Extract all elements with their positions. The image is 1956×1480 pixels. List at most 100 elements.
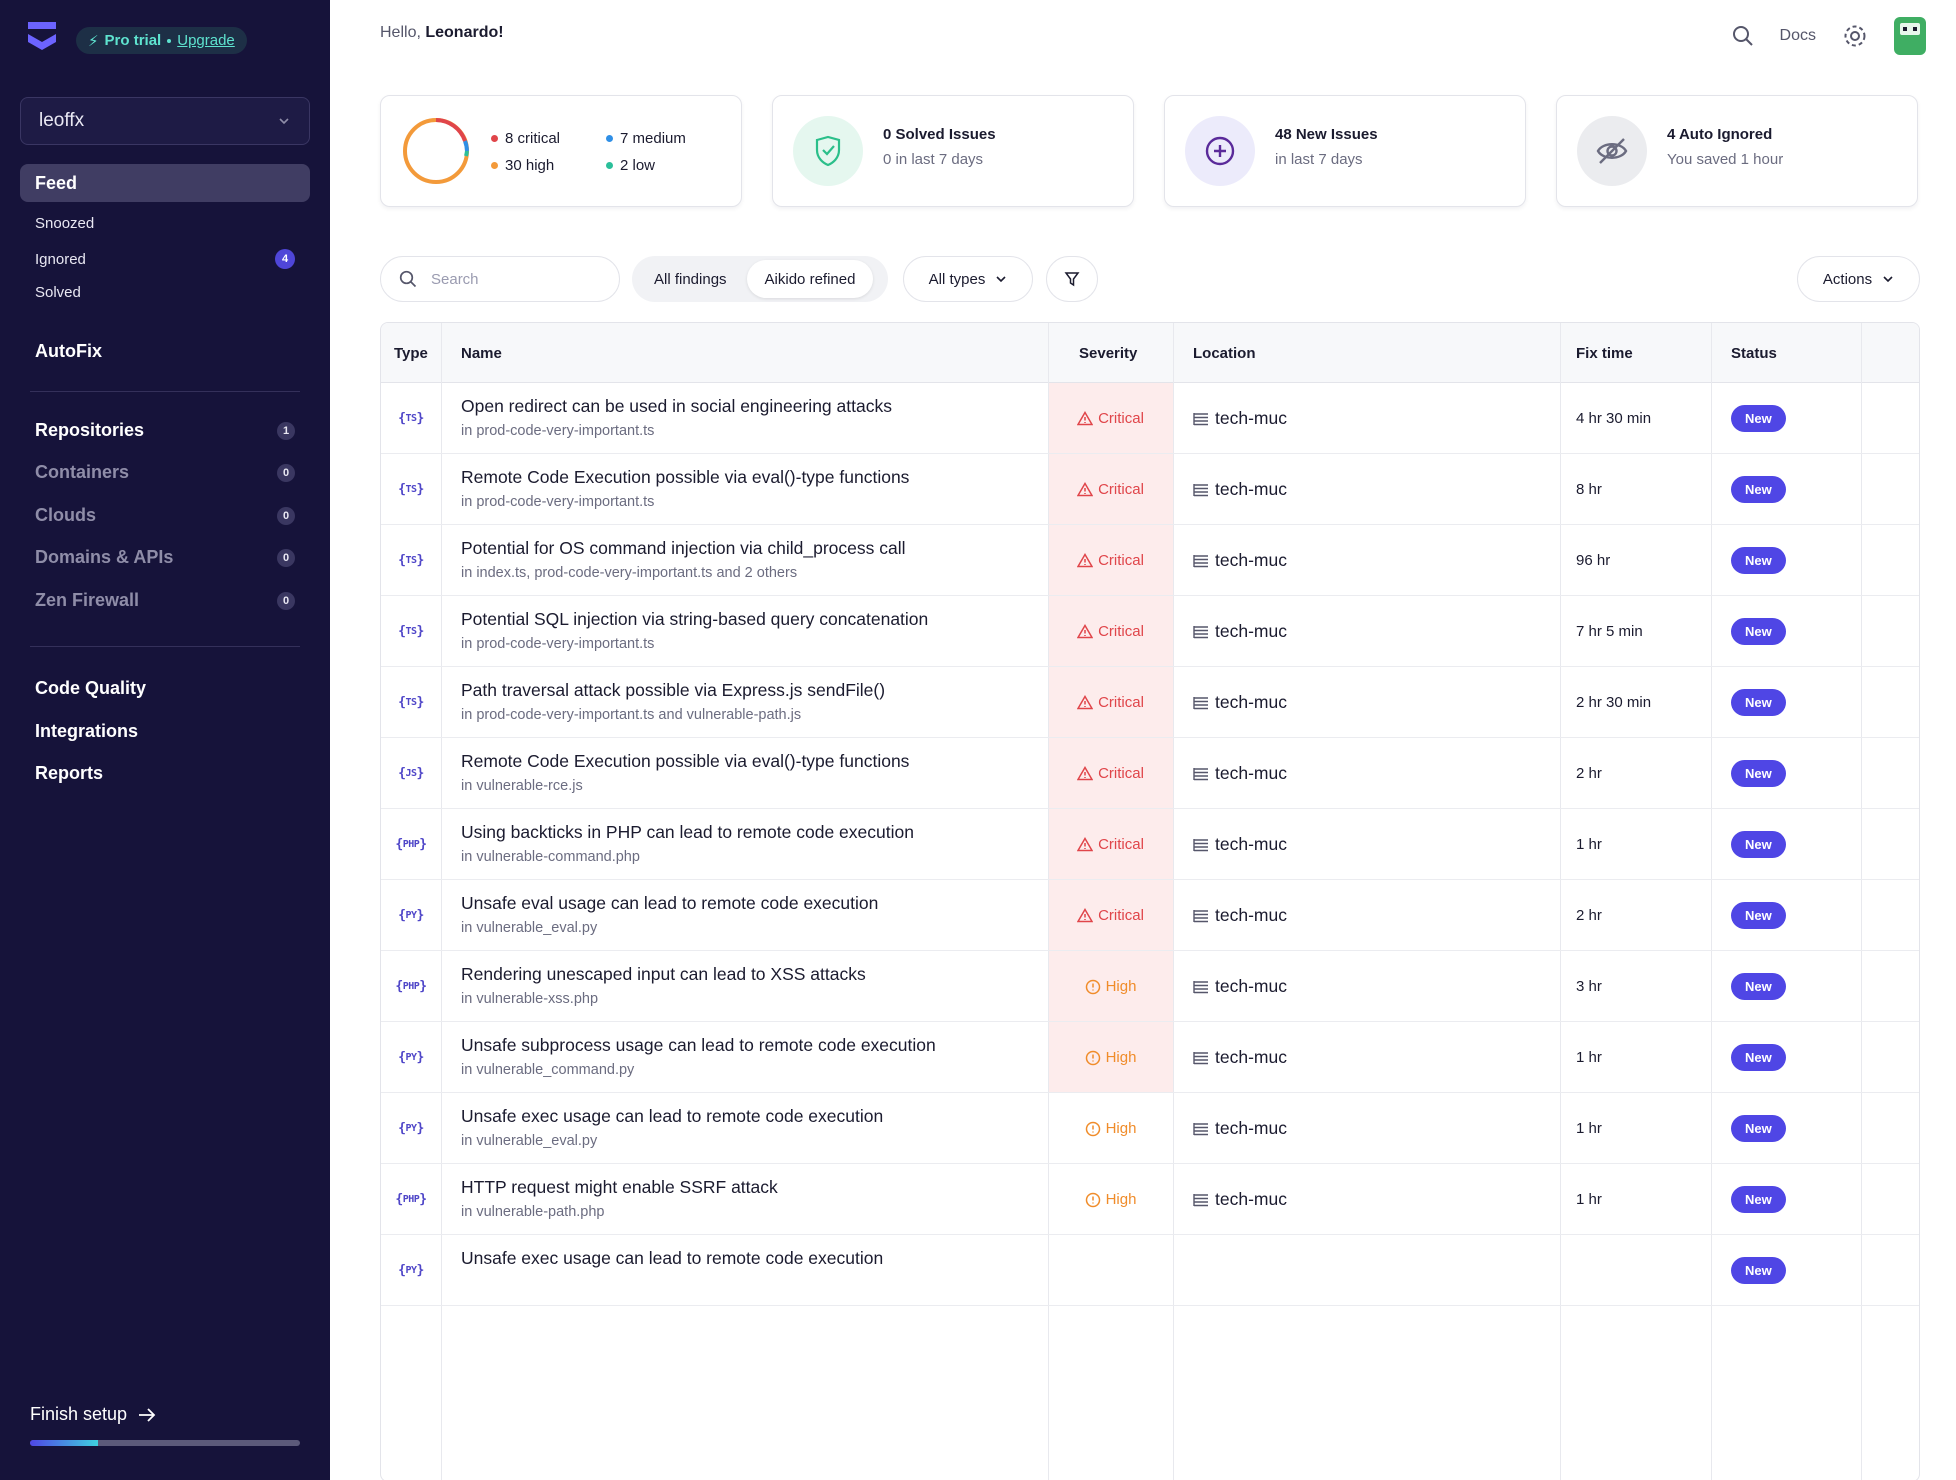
sidebar-item-clouds[interactable]: Clouds 0 [35,505,295,526]
finding-name[interactable]: Potential for OS command injection via c… [461,538,906,559]
finding-name[interactable]: Potential SQL injection via string-based… [461,609,928,630]
sidebar-item-code-quality[interactable]: Code Quality [35,678,295,699]
filter-button[interactable] [1046,256,1098,302]
language-php-icon: {PHP} [395,1192,427,1207]
finding-name[interactable]: HTTP request might enable SSRF attack [461,1177,778,1198]
finding-name[interactable]: Unsafe exec usage can lead to remote cod… [461,1248,883,1269]
actions-dropdown[interactable]: Actions [1797,256,1920,302]
types-dropdown[interactable]: All types [903,256,1033,302]
column-header-type[interactable]: Type [394,323,428,383]
column-header-fix-time[interactable]: Fix time [1576,323,1633,383]
finding-name[interactable]: Unsafe subprocess usage can lead to remo… [461,1035,936,1056]
column-header-severity[interactable]: Severity [1079,323,1137,383]
repository-icon [1193,909,1208,922]
finding-name[interactable]: Rendering unescaped input can lead to XS… [461,964,866,985]
ignored-count-badge: 4 [275,249,295,269]
aikido-logo-icon[interactable] [28,22,56,54]
status-badge[interactable]: New [1731,1257,1786,1284]
repository-icon [1193,483,1208,496]
status-badge[interactable]: New [1731,831,1786,858]
status-badge[interactable]: New [1731,1186,1786,1213]
solved-issues-card[interactable]: 0 Solved Issues 0 in last 7 days [772,95,1134,207]
finding-name[interactable]: Remote Code Execution possible via eval(… [461,751,909,772]
sidebar-item-ignored[interactable]: Ignored 4 [35,249,295,269]
sidebar-item-autofix[interactable]: AutoFix [35,341,295,362]
sidebar-item-repositories[interactable]: Repositories 1 [35,420,295,441]
table-row[interactable]: {PY} Unsafe exec usage can lead to remote… [381,1093,1919,1164]
search-icon[interactable] [1732,25,1754,47]
location-cell[interactable]: tech-muc [1193,951,1287,1022]
search-input[interactable]: Search [380,256,620,302]
location-cell[interactable]: tech-muc [1193,809,1287,880]
column-header-name[interactable]: Name [461,323,502,383]
location-cell[interactable]: tech-muc [1193,1164,1287,1235]
finding-name[interactable]: Unsafe exec usage can lead to remote cod… [461,1106,883,1127]
gear-icon[interactable] [1842,23,1868,49]
repository-icon [1193,1193,1208,1206]
column-header-status[interactable]: Status [1731,323,1777,383]
upgrade-link[interactable]: Upgrade [177,32,235,49]
table-row[interactable]: {PHP} Using backticks in PHP can lead to … [381,809,1919,880]
location-cell[interactable]: tech-muc [1193,596,1287,667]
finding-name[interactable]: Path traversal attack possible via Expre… [461,680,885,701]
table-row[interactable]: {PHP} Rendering unescaped input can lead … [381,951,1919,1022]
table-row[interactable]: {TS} Remote Code Execution possible via e… [381,454,1919,525]
table-row[interactable]: {TS} Open redirect can be used in social … [381,383,1919,454]
location-cell[interactable]: tech-muc [1193,1022,1287,1093]
location-cell[interactable]: tech-muc [1193,738,1287,809]
table-header: Type Name Severity Location Fix time Sta… [381,323,1919,383]
table-row[interactable]: {PY} Unsafe eval usage can lead to remote… [381,880,1919,951]
location-cell[interactable]: tech-muc [1193,454,1287,525]
auto-ignored-sub: You saved 1 hour [1667,151,1784,168]
avatar[interactable] [1894,17,1926,55]
solved-issues-title: 0 Solved Issues [883,126,996,143]
table-row[interactable]: {PY} Unsafe subprocess usage can lead to … [381,1022,1919,1093]
sidebar-item-containers[interactable]: Containers 0 [35,462,295,483]
location-cell[interactable]: tech-muc [1193,667,1287,738]
sidebar-item-integrations[interactable]: Integrations [35,721,295,742]
table-row[interactable]: {TS} Potential SQL injection via string-b… [381,596,1919,667]
finding-name[interactable]: Using backticks in PHP can lead to remot… [461,822,914,843]
sidebar-item-snoozed[interactable]: Snoozed [35,215,295,232]
location-cell[interactable]: tech-muc [1193,1093,1287,1164]
column-header-location[interactable]: Location [1193,323,1256,383]
greeting-user-name: Leonardo! [425,24,504,41]
sidebar-item-solved[interactable]: Solved [35,284,295,301]
finding-name[interactable]: Remote Code Execution possible via eval(… [461,467,909,488]
docs-link[interactable]: Docs [1780,27,1816,45]
workspace-selector[interactable]: leoffx [20,97,310,145]
sidebar-item-zen-firewall[interactable]: Zen Firewall 0 [35,590,295,611]
status-badge[interactable]: New [1731,973,1786,1000]
finding-name[interactable]: Open redirect can be used in social engi… [461,396,892,417]
table-row[interactable]: {JS} Remote Code Execution possible via e… [381,738,1919,809]
status-badge[interactable]: New [1731,1115,1786,1142]
table-row[interactable]: {PHP} HTTP request might enable SSRF atta… [381,1164,1919,1235]
tab-aikido-refined[interactable]: Aikido refined [746,260,874,298]
table-row[interactable]: {TS} Path traversal attack possible via E… [381,667,1919,738]
fix-time: 7 hr 5 min [1576,623,1643,640]
status-badge[interactable]: New [1731,476,1786,503]
severity-badge: High [1048,1164,1173,1235]
status-badge[interactable]: New [1731,547,1786,574]
status-badge[interactable]: New [1731,1044,1786,1071]
sidebar-item-feed[interactable]: Feed [20,164,310,202]
location-cell[interactable]: tech-muc [1193,880,1287,951]
sidebar-item-reports[interactable]: Reports [35,763,295,784]
tab-all-findings[interactable]: All findings [636,260,745,298]
table-row[interactable]: {TS} Potential for OS command injection v… [381,525,1919,596]
severity-summary-card[interactable]: 8 critical 7 medium 30 high 2 low [380,95,742,207]
auto-ignored-card[interactable]: 4 Auto Ignored You saved 1 hour [1556,95,1918,207]
status-badge[interactable]: New [1731,618,1786,645]
finding-name[interactable]: Unsafe eval usage can lead to remote cod… [461,893,878,914]
status-badge[interactable]: New [1731,760,1786,787]
status-badge[interactable]: New [1731,902,1786,929]
location-cell[interactable]: tech-muc [1193,383,1287,454]
new-issues-card[interactable]: 48 New Issues in last 7 days [1164,95,1526,207]
auto-ignored-title: 4 Auto Ignored [1667,126,1773,143]
location-cell[interactable]: tech-muc [1193,525,1287,596]
status-badge[interactable]: New [1731,405,1786,432]
finish-setup-link[interactable]: Finish setup [30,1404,157,1425]
sidebar-item-domains-apis[interactable]: Domains & APIs 0 [35,547,295,568]
table-row[interactable]: {PY} Unsafe exec usage can lead to remote… [381,1235,1919,1306]
status-badge[interactable]: New [1731,689,1786,716]
